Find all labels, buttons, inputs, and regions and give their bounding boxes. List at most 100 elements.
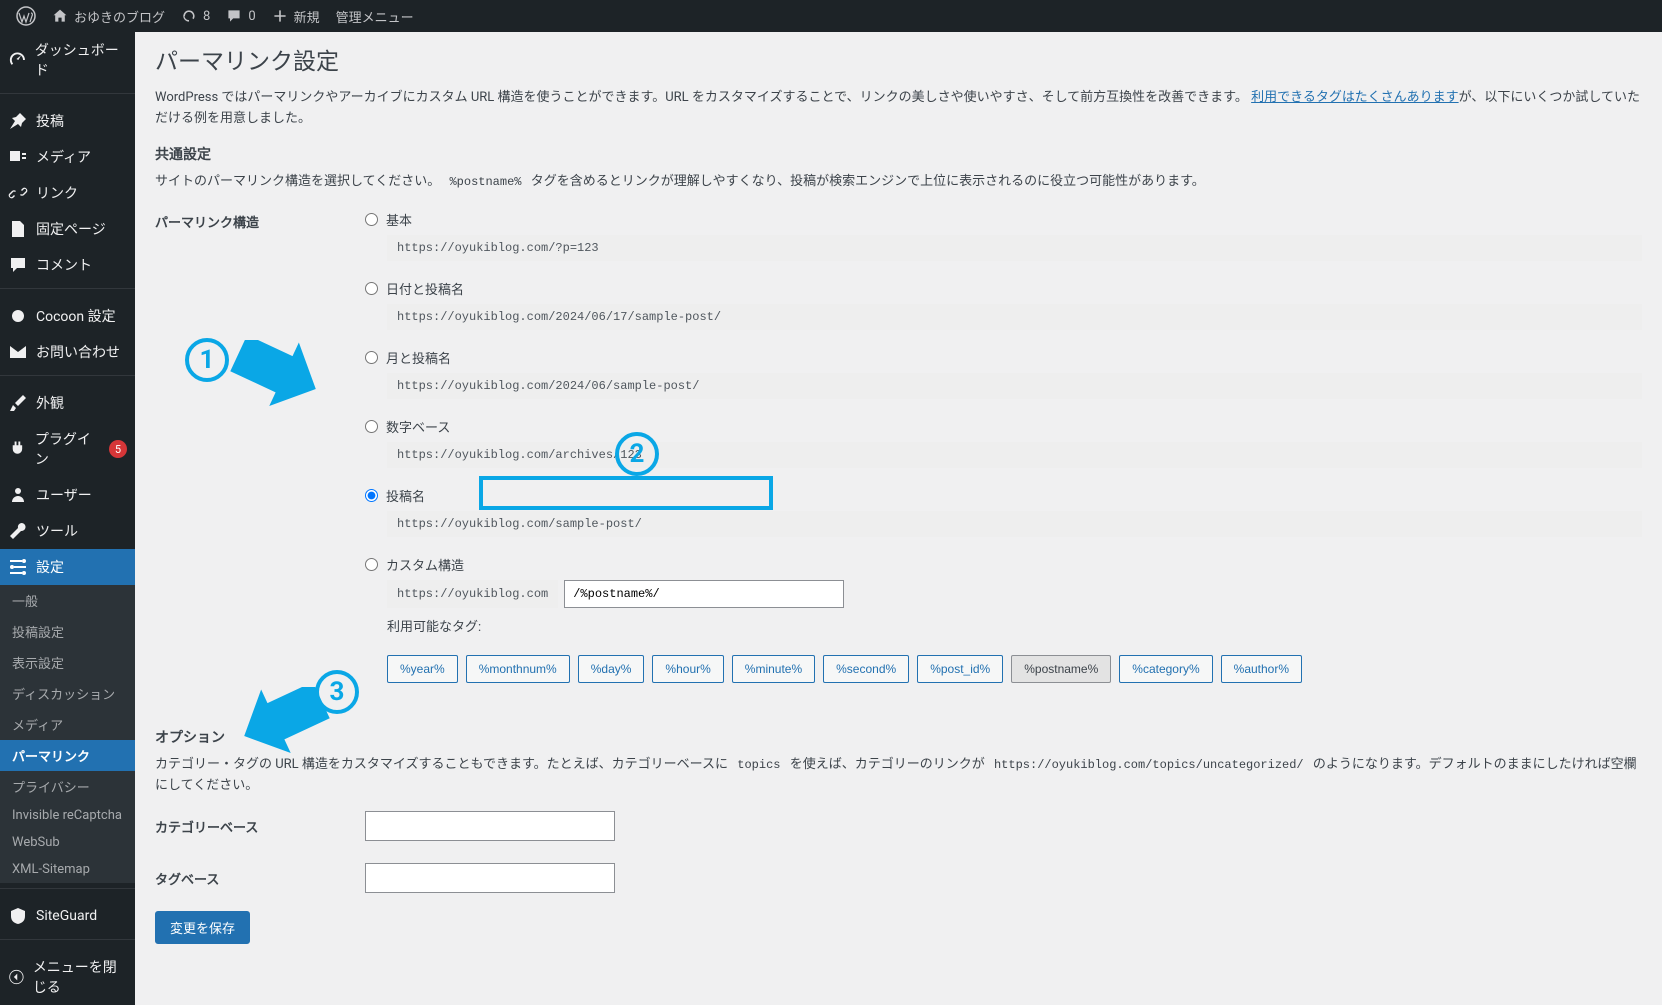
tag-button[interactable]: %post_id% <box>917 655 1003 683</box>
comment-icon <box>226 8 242 24</box>
pin-icon <box>8 111 28 131</box>
structure-label: パーマリンク構造 <box>155 206 355 231</box>
permalink-radio-label[interactable]: 基本 <box>386 210 412 229</box>
permalink-radio-label[interactable]: カスタム構造 <box>386 555 464 574</box>
collapse-icon <box>8 967 25 987</box>
main-content: パーマリンク設定 WordPress ではパーマリンクやアーカイブにカスタム U… <box>135 32 1662 1005</box>
tag-button[interactable]: %day% <box>578 655 645 683</box>
submenu-recaptcha[interactable]: Invisible reCaptcha <box>0 802 135 829</box>
wrench-icon <box>8 521 28 541</box>
permalink-radio-0[interactable] <box>365 213 378 226</box>
cocoon-icon <box>8 306 28 326</box>
submenu-general[interactable]: 一般 <box>0 585 135 616</box>
tag-button[interactable]: %postname% <box>1011 655 1111 683</box>
permalink-example-url: https://oyukiblog.com/sample-post/ <box>387 511 1642 537</box>
page-icon <box>8 219 28 239</box>
sidebar-item-siteguard[interactable]: SiteGuard <box>0 898 135 934</box>
page-title: パーマリンク設定 <box>155 42 1642 76</box>
tag-button[interactable]: %category% <box>1119 655 1212 683</box>
custom-url-prefix: https://oyukiblog.com <box>387 580 558 608</box>
sidebar-item-links[interactable]: リンク <box>0 175 135 211</box>
settings-icon <box>8 557 28 577</box>
site-home-link[interactable]: おゆきのブログ <box>44 0 173 32</box>
tag-base-input[interactable] <box>365 863 615 893</box>
permalink-radio-5[interactable] <box>365 558 378 571</box>
mail-icon <box>8 342 28 362</box>
tag-button[interactable]: %minute% <box>732 655 815 683</box>
postname-code: %postname% <box>443 173 527 191</box>
sidebar-item-comments[interactable]: コメント <box>0 247 135 283</box>
comments-link[interactable]: 0 <box>218 0 263 32</box>
permalink-radio-label[interactable]: 日付と投稿名 <box>386 279 464 298</box>
sidebar-submenu-settings: 一般 投稿設定 表示設定 ディスカッション メディア パーマリンク プライバシー… <box>0 585 135 883</box>
submenu-reading[interactable]: 表示設定 <box>0 647 135 678</box>
wp-logo[interactable] <box>8 0 44 32</box>
permalink-example-url: https://oyukiblog.com/?p=123 <box>387 235 1642 261</box>
tag-button[interactable]: %hour% <box>652 655 723 683</box>
plugin-update-badge: 5 <box>109 440 127 458</box>
sidebar-item-plugins[interactable]: プラグイン5 <box>0 421 135 477</box>
permalink-radio-label[interactable]: 月と投稿名 <box>386 348 451 367</box>
option-desc: カテゴリー・タグの URL 構造をカスタマイズすることもできます。たとえば、カテ… <box>155 755 1642 797</box>
permalink-radio-2[interactable] <box>365 351 378 364</box>
permalink-example-url: https://oyukiblog.com/archives/123 <box>387 442 1642 468</box>
custom-structure-input[interactable] <box>564 580 844 608</box>
admin-menu-label: 管理メニュー <box>336 7 414 26</box>
tag-base-label: タグベース <box>155 863 355 888</box>
submenu-discussion[interactable]: ディスカッション <box>0 678 135 709</box>
permalink-radio-1[interactable] <box>365 282 378 295</box>
tag-button[interactable]: %second% <box>823 655 909 683</box>
category-base-input[interactable] <box>365 811 615 841</box>
sidebar-item-users[interactable]: ユーザー <box>0 477 135 513</box>
permalink-radio-label[interactable]: 投稿名 <box>386 486 425 505</box>
tag-button[interactable]: %author% <box>1221 655 1302 683</box>
link-icon <box>8 183 28 203</box>
updates-link[interactable]: 8 <box>173 0 218 32</box>
shield-icon <box>8 906 28 926</box>
new-content-link[interactable]: 新規 <box>264 0 328 32</box>
brush-icon <box>8 393 28 413</box>
updates-count: 8 <box>203 9 210 24</box>
available-tags-link[interactable]: 利用できるタグはたくさんあります <box>1251 90 1458 105</box>
permalink-radio-4[interactable] <box>365 489 378 502</box>
admin-sidebar: ダッシュボード 投稿 メディア リンク 固定ページ コメント Cocoon 設定… <box>0 32 135 1005</box>
sidebar-item-contact[interactable]: お問い合わせ <box>0 334 135 370</box>
permalink-example-url: https://oyukiblog.com/2024/06/17/sample-… <box>387 304 1642 330</box>
category-base-label: カテゴリーベース <box>155 811 355 836</box>
submenu-xmlsitemap[interactable]: XML-Sitemap <box>0 856 135 883</box>
common-settings-desc: サイトのパーマリンク構造を選択してください。 %postname% タグを含める… <box>155 172 1642 193</box>
submenu-writing[interactable]: 投稿設定 <box>0 616 135 647</box>
submenu-privacy[interactable]: プライバシー <box>0 771 135 802</box>
sidebar-item-cocoon[interactable]: Cocoon 設定 <box>0 298 135 334</box>
comment-icon <box>8 255 28 275</box>
option-heading: オプション <box>155 727 1642 747</box>
save-changes-button[interactable]: 変更を保存 <box>155 911 250 944</box>
sidebar-item-settings[interactable]: 設定 <box>0 549 135 585</box>
submenu-websub[interactable]: WebSub <box>0 829 135 856</box>
sidebar-item-dashboard[interactable]: ダッシュボード <box>0 32 135 88</box>
plus-icon <box>272 8 288 24</box>
admin-topbar: おゆきのブログ 8 0 新規 管理メニュー <box>0 0 1662 32</box>
dashboard-icon <box>8 50 27 70</box>
intro-text: WordPress ではパーマリンクやアーカイブにカスタム URL 構造を使うこ… <box>155 88 1642 130</box>
sidebar-item-pages[interactable]: 固定ページ <box>0 211 135 247</box>
tag-button[interactable]: %monthnum% <box>466 655 570 683</box>
tag-button[interactable]: %year% <box>387 655 458 683</box>
sidebar-collapse[interactable]: メニューを閉じる <box>0 949 135 1005</box>
sidebar-item-posts[interactable]: 投稿 <box>0 103 135 139</box>
permalink-example-url: https://oyukiblog.com/2024/06/sample-pos… <box>387 373 1642 399</box>
sidebar-item-tools[interactable]: ツール <box>0 513 135 549</box>
plugin-icon <box>8 439 27 459</box>
submenu-media[interactable]: メディア <box>0 709 135 740</box>
new-label: 新規 <box>294 7 320 26</box>
admin-menu-link[interactable]: 管理メニュー <box>328 0 422 32</box>
submenu-permalink[interactable]: パーマリンク <box>0 740 135 771</box>
available-tags-label: 利用可能なタグ: <box>387 616 1642 635</box>
user-icon <box>8 485 28 505</box>
common-settings-heading: 共通設定 <box>155 144 1642 164</box>
sidebar-item-media[interactable]: メディア <box>0 139 135 175</box>
permalink-radio-3[interactable] <box>365 420 378 433</box>
permalink-radio-label[interactable]: 数字ベース <box>386 417 450 436</box>
refresh-icon <box>181 8 197 24</box>
sidebar-item-appearance[interactable]: 外観 <box>0 385 135 421</box>
